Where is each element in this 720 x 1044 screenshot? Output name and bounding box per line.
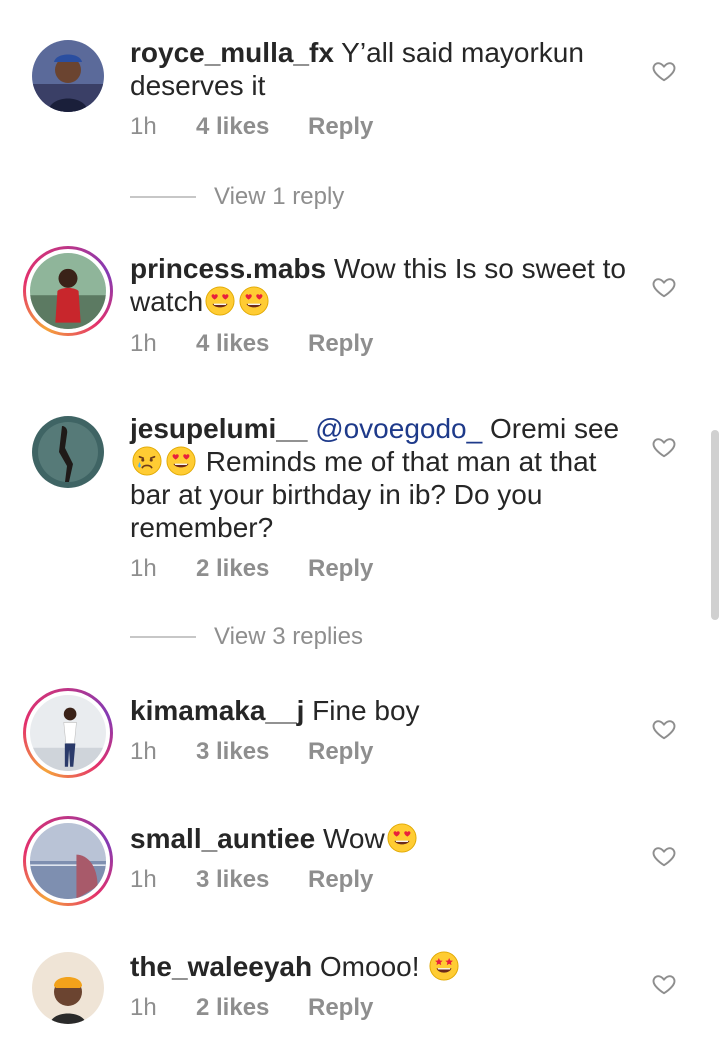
comment-username[interactable]: princess.mabs <box>130 253 326 284</box>
comment-time: 1h <box>130 866 157 893</box>
view-replies-button[interactable]: View 3 replies <box>130 623 363 651</box>
comment-time: 1h <box>130 330 157 357</box>
comment-meta: 1h 2 likes Reply <box>130 994 373 1022</box>
reply-button[interactable]: Reply <box>308 113 373 141</box>
avatar-image <box>30 695 106 771</box>
comment-likes[interactable]: 3 likes <box>196 866 308 894</box>
comment-body: Wow <box>322 823 385 854</box>
reply-button[interactable]: Reply <box>308 330 373 358</box>
avatar-image <box>30 823 106 899</box>
heart-outline-icon[interactable] <box>651 716 677 742</box>
comment-body: Oremi see <box>489 413 620 444</box>
heart-eyes-emoji <box>166 446 196 476</box>
comment-username[interactable]: royce_mulla_fx <box>130 37 334 68</box>
heart-eyes-emoji <box>387 823 417 853</box>
comment-text: kimamaka__j Fine boy <box>130 694 630 727</box>
comment-text: jesupelumi__ @ovoegodo_ Oremi see Remind… <box>130 412 630 544</box>
avatar-image <box>32 416 104 488</box>
comment-meta: 1h 3 likes Reply <box>130 866 373 894</box>
star-struck-emoji <box>429 951 459 981</box>
comment-likes[interactable]: 2 likes <box>196 555 308 583</box>
comment-body-continued: Reminds me of that man at that bar at yo… <box>130 446 597 543</box>
comment-likes[interactable]: 2 likes <box>196 994 308 1022</box>
divider-line <box>130 636 196 638</box>
avatar[interactable] <box>32 952 104 1024</box>
view-replies-button[interactable]: View 1 reply <box>130 183 344 211</box>
avatar[interactable] <box>23 246 113 336</box>
reply-button[interactable]: Reply <box>308 866 373 894</box>
avatar[interactable] <box>23 816 113 906</box>
avatar[interactable] <box>32 416 104 488</box>
avatar[interactable] <box>23 688 113 778</box>
comment-text: the_waleeyah Omooo! <box>130 950 630 983</box>
avatar-image <box>30 253 106 329</box>
heart-eyes-emoji <box>239 286 269 316</box>
heart-outline-icon[interactable] <box>651 434 677 460</box>
view-replies-label: View 1 reply <box>214 183 345 210</box>
comment-text: princess.mabs Wow this Is so sweet to wa… <box>130 252 630 318</box>
comment-likes[interactable]: 4 likes <box>196 330 308 358</box>
comment-body: Omooo! <box>319 951 420 982</box>
comment-text: small_auntiee Wow <box>130 822 630 855</box>
comment-time: 1h <box>130 555 157 582</box>
comment-username[interactable]: the_waleeyah <box>130 951 312 982</box>
comment-time: 1h <box>130 113 157 140</box>
comment-username[interactable]: jesupelumi__ <box>130 413 307 444</box>
view-replies-label: View 3 replies <box>214 623 363 650</box>
comment-likes[interactable]: 4 likes <box>196 113 308 141</box>
heart-outline-icon[interactable] <box>651 971 677 997</box>
mention-link[interactable]: @ovoegodo_ <box>315 413 482 444</box>
avatar-image <box>32 952 104 1024</box>
crying-face-emoji <box>132 446 162 476</box>
comment-body: Fine boy <box>312 695 420 726</box>
reply-button[interactable]: Reply <box>308 555 373 583</box>
comment-meta: 1h 2 likes Reply <box>130 555 373 583</box>
reply-button[interactable]: Reply <box>308 738 373 766</box>
comment-likes[interactable]: 3 likes <box>196 738 308 766</box>
divider-line <box>130 196 196 198</box>
comment-meta: 1h 4 likes Reply <box>130 113 373 141</box>
heart-outline-icon[interactable] <box>651 274 677 300</box>
heart-outline-icon[interactable] <box>651 58 677 84</box>
heart-outline-icon[interactable] <box>651 843 677 869</box>
comment-time: 1h <box>130 994 157 1021</box>
reply-button[interactable]: Reply <box>308 994 373 1022</box>
comment-username[interactable]: kimamaka__j <box>130 695 304 726</box>
comment-meta: 1h 3 likes Reply <box>130 738 373 766</box>
comment-time: 1h <box>130 738 157 765</box>
avatar[interactable] <box>32 40 104 112</box>
avatar-image <box>32 40 104 112</box>
comment-text: royce_mulla_fx Y’all said mayorkun deser… <box>130 36 630 102</box>
scrollbar[interactable] <box>711 430 719 620</box>
comment-meta: 1h 4 likes Reply <box>130 330 373 358</box>
heart-eyes-emoji <box>205 286 235 316</box>
comment-username[interactable]: small_auntiee <box>130 823 315 854</box>
